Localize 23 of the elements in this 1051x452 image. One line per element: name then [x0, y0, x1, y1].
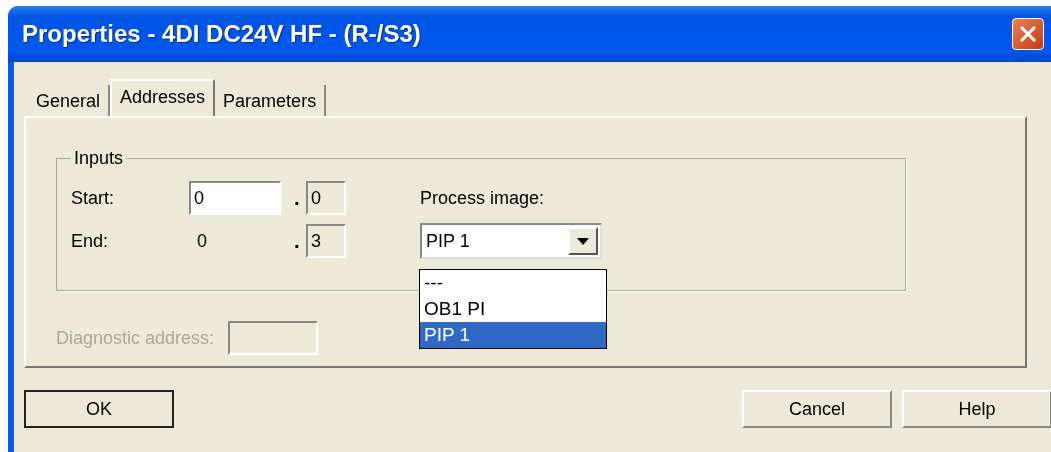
dropdown-option[interactable]: ---	[420, 270, 606, 296]
caret-icon	[577, 237, 589, 245]
dropdown-option[interactable]: OB1 PI	[420, 296, 606, 322]
address-value: 0	[196, 230, 208, 252]
window-title: Properties - 4DI DC24V HF - (R-/S3)	[22, 20, 422, 48]
input-field[interactable]: 0	[189, 181, 281, 215]
dialog-button[interactable]: Help	[902, 390, 1051, 428]
dialog-button[interactable]: OK	[24, 390, 174, 428]
dot-separator: .	[294, 229, 301, 253]
dialog-button[interactable]: Cancel	[742, 390, 892, 428]
dropdown-option[interactable]: PIP 1	[420, 322, 606, 348]
field-label: Process image:	[420, 187, 546, 209]
tab[interactable]: Addresses	[110, 79, 216, 118]
field-label: End:	[71, 230, 110, 252]
dropdown[interactable]: PIP 1	[420, 223, 602, 259]
dot-separator: .	[294, 186, 301, 210]
field-label: Start:	[71, 187, 115, 209]
input-field[interactable]: 0	[306, 181, 346, 215]
close-button[interactable]	[1012, 18, 1044, 50]
group-title: Inputs	[71, 148, 127, 169]
field-label: Diagnostic address:	[56, 327, 215, 349]
close-icon	[1019, 25, 1037, 43]
input-field[interactable]: 3	[306, 224, 346, 258]
